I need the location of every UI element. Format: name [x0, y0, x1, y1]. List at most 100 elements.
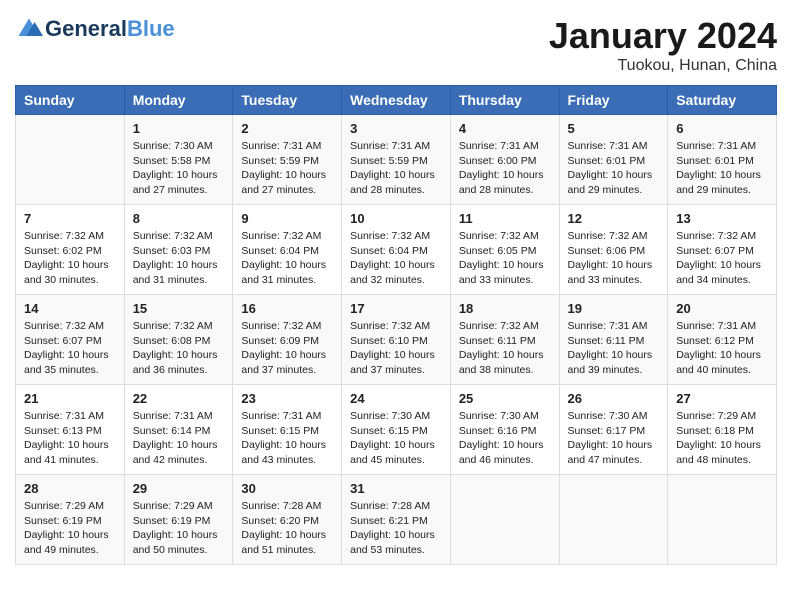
day-info: Sunrise: 7:29 AMSunset: 6:19 PMDaylight:…: [133, 499, 225, 558]
calendar-cell: [16, 115, 125, 205]
week-row-1: 1 Sunrise: 7:30 AMSunset: 5:58 PMDaylight…: [16, 115, 777, 205]
day-number: 21: [24, 391, 116, 406]
day-number: 26: [568, 391, 660, 406]
weekday-header-row: SundayMondayTuesdayWednesdayThursdayFrid…: [16, 86, 777, 115]
day-info: Sunrise: 7:31 AMSunset: 6:00 PMDaylight:…: [459, 139, 551, 198]
day-info: Sunrise: 7:32 AMSunset: 6:07 PMDaylight:…: [676, 229, 768, 288]
page-header: GeneralBlue January 2024 Tuokou, Hunan, …: [15, 15, 777, 75]
calendar-cell: 15 Sunrise: 7:32 AMSunset: 6:08 PMDayligh…: [124, 295, 233, 385]
day-info: Sunrise: 7:32 AMSunset: 6:10 PMDaylight:…: [350, 319, 442, 378]
day-info: Sunrise: 7:32 AMSunset: 6:03 PMDaylight:…: [133, 229, 225, 288]
calendar-cell: 18 Sunrise: 7:32 AMSunset: 6:11 PMDayligh…: [450, 295, 559, 385]
weekday-header-thursday: Thursday: [450, 86, 559, 115]
day-number: 27: [676, 391, 768, 406]
day-number: 2: [241, 121, 333, 136]
calendar-cell: 19 Sunrise: 7:31 AMSunset: 6:11 PMDayligh…: [559, 295, 668, 385]
day-number: 19: [568, 301, 660, 316]
week-row-3: 14 Sunrise: 7:32 AMSunset: 6:07 PMDayligh…: [16, 295, 777, 385]
calendar-cell: 5 Sunrise: 7:31 AMSunset: 6:01 PMDaylight…: [559, 115, 668, 205]
calendar-cell: 12 Sunrise: 7:32 AMSunset: 6:06 PMDayligh…: [559, 205, 668, 295]
calendar-cell: 1 Sunrise: 7:30 AMSunset: 5:58 PMDaylight…: [124, 115, 233, 205]
day-info: Sunrise: 7:32 AMSunset: 6:04 PMDaylight:…: [350, 229, 442, 288]
calendar-cell: 4 Sunrise: 7:31 AMSunset: 6:00 PMDaylight…: [450, 115, 559, 205]
day-number: 12: [568, 211, 660, 226]
day-info: Sunrise: 7:28 AMSunset: 6:20 PMDaylight:…: [241, 499, 333, 558]
week-row-4: 21 Sunrise: 7:31 AMSunset: 6:13 PMDayligh…: [16, 385, 777, 475]
day-info: Sunrise: 7:31 AMSunset: 6:12 PMDaylight:…: [676, 319, 768, 378]
day-info: Sunrise: 7:32 AMSunset: 6:09 PMDaylight:…: [241, 319, 333, 378]
day-number: 5: [568, 121, 660, 136]
day-number: 6: [676, 121, 768, 136]
day-number: 24: [350, 391, 442, 406]
day-number: 31: [350, 481, 442, 496]
day-info: Sunrise: 7:32 AMSunset: 6:11 PMDaylight:…: [459, 319, 551, 378]
day-info: Sunrise: 7:32 AMSunset: 6:02 PMDaylight:…: [24, 229, 116, 288]
day-info: Sunrise: 7:32 AMSunset: 6:08 PMDaylight:…: [133, 319, 225, 378]
day-number: 4: [459, 121, 551, 136]
day-number: 16: [241, 301, 333, 316]
calendar-cell: 29Sunrise: 7:29 AMSunset: 6:19 PMDayligh…: [124, 475, 233, 565]
calendar-cell: [668, 475, 777, 565]
weekday-header-friday: Friday: [559, 86, 668, 115]
logo-text: GeneralBlue: [45, 17, 175, 41]
calendar-cell: 27Sunrise: 7:29 AMSunset: 6:18 PMDayligh…: [668, 385, 777, 475]
day-info: Sunrise: 7:31 AMSunset: 6:11 PMDaylight:…: [568, 319, 660, 378]
location: Tuokou, Hunan, China: [549, 57, 777, 75]
calendar-cell: 30 Sunrise: 7:28 AMSunset: 6:20 PMDayligh…: [233, 475, 342, 565]
calendar-cell: 13Sunrise: 7:32 AMSunset: 6:07 PMDayligh…: [668, 205, 777, 295]
day-number: 15: [133, 301, 225, 316]
day-number: 18: [459, 301, 551, 316]
day-info: Sunrise: 7:30 AMSunset: 6:15 PMDaylight:…: [350, 409, 442, 468]
calendar-cell: 21 Sunrise: 7:31 AMSunset: 6:13 PMDayligh…: [16, 385, 125, 475]
calendar-cell: 8 Sunrise: 7:32 AMSunset: 6:03 PMDaylight…: [124, 205, 233, 295]
day-info: Sunrise: 7:32 AMSunset: 6:05 PMDaylight:…: [459, 229, 551, 288]
calendar-cell: 6Sunrise: 7:31 AMSunset: 6:01 PMDaylight…: [668, 115, 777, 205]
day-number: 8: [133, 211, 225, 226]
logo: GeneralBlue: [15, 15, 175, 43]
week-row-5: 28Sunrise: 7:29 AMSunset: 6:19 PMDayligh…: [16, 475, 777, 565]
calendar-cell: 28Sunrise: 7:29 AMSunset: 6:19 PMDayligh…: [16, 475, 125, 565]
day-info: Sunrise: 7:29 AMSunset: 6:19 PMDaylight:…: [24, 499, 116, 558]
calendar-cell: 22 Sunrise: 7:31 AMSunset: 6:14 PMDayligh…: [124, 385, 233, 475]
calendar-cell: 25Sunrise: 7:30 AMSunset: 6:16 PMDayligh…: [450, 385, 559, 475]
calendar-cell: 24 Sunrise: 7:30 AMSunset: 6:15 PMDayligh…: [342, 385, 451, 475]
day-info: Sunrise: 7:31 AMSunset: 6:13 PMDaylight:…: [24, 409, 116, 468]
day-info: Sunrise: 7:31 AMSunset: 6:01 PMDaylight:…: [568, 139, 660, 198]
calendar-cell: 7 Sunrise: 7:32 AMSunset: 6:02 PMDaylight…: [16, 205, 125, 295]
weekday-header-tuesday: Tuesday: [233, 86, 342, 115]
day-info: Sunrise: 7:31 AMSunset: 5:59 PMDaylight:…: [241, 139, 333, 198]
calendar-cell: 17 Sunrise: 7:32 AMSunset: 6:10 PMDayligh…: [342, 295, 451, 385]
weekday-header-saturday: Saturday: [668, 86, 777, 115]
month-title: January 2024: [549, 15, 777, 57]
day-number: 30: [241, 481, 333, 496]
weekday-header-sunday: Sunday: [16, 86, 125, 115]
day-number: 14: [24, 301, 116, 316]
day-info: Sunrise: 7:32 AMSunset: 6:06 PMDaylight:…: [568, 229, 660, 288]
day-info: Sunrise: 7:30 AMSunset: 6:16 PMDaylight:…: [459, 409, 551, 468]
calendar-cell: 3Sunrise: 7:31 AMSunset: 5:59 PMDaylight…: [342, 115, 451, 205]
day-info: Sunrise: 7:32 AMSunset: 6:04 PMDaylight:…: [241, 229, 333, 288]
day-info: Sunrise: 7:28 AMSunset: 6:21 PMDaylight:…: [350, 499, 442, 558]
calendar-cell: 10Sunrise: 7:32 AMSunset: 6:04 PMDayligh…: [342, 205, 451, 295]
calendar-cell: 14 Sunrise: 7:32 AMSunset: 6:07 PMDayligh…: [16, 295, 125, 385]
calendar-cell: [450, 475, 559, 565]
day-info: Sunrise: 7:32 AMSunset: 6:07 PMDaylight:…: [24, 319, 116, 378]
weekday-header-wednesday: Wednesday: [342, 86, 451, 115]
day-info: Sunrise: 7:30 AMSunset: 5:58 PMDaylight:…: [133, 139, 225, 198]
day-info: Sunrise: 7:31 AMSunset: 6:14 PMDaylight:…: [133, 409, 225, 468]
calendar-cell: 31 Sunrise: 7:28 AMSunset: 6:21 PMDayligh…: [342, 475, 451, 565]
day-info: Sunrise: 7:30 AMSunset: 6:17 PMDaylight:…: [568, 409, 660, 468]
calendar-cell: 16 Sunrise: 7:32 AMSunset: 6:09 PMDayligh…: [233, 295, 342, 385]
day-number: 22: [133, 391, 225, 406]
day-number: 17: [350, 301, 442, 316]
weekday-header-monday: Monday: [124, 86, 233, 115]
day-number: 1: [133, 121, 225, 136]
day-number: 7: [24, 211, 116, 226]
day-info: Sunrise: 7:31 AMSunset: 6:15 PMDaylight:…: [241, 409, 333, 468]
day-number: 11: [459, 211, 551, 226]
calendar-cell: [559, 475, 668, 565]
calendar-cell: 11 Sunrise: 7:32 AMSunset: 6:05 PMDayligh…: [450, 205, 559, 295]
day-info: Sunrise: 7:31 AMSunset: 5:59 PMDaylight:…: [350, 139, 442, 198]
calendar-cell: 26 Sunrise: 7:30 AMSunset: 6:17 PMDayligh…: [559, 385, 668, 475]
title-block: January 2024 Tuokou, Hunan, China: [549, 15, 777, 75]
